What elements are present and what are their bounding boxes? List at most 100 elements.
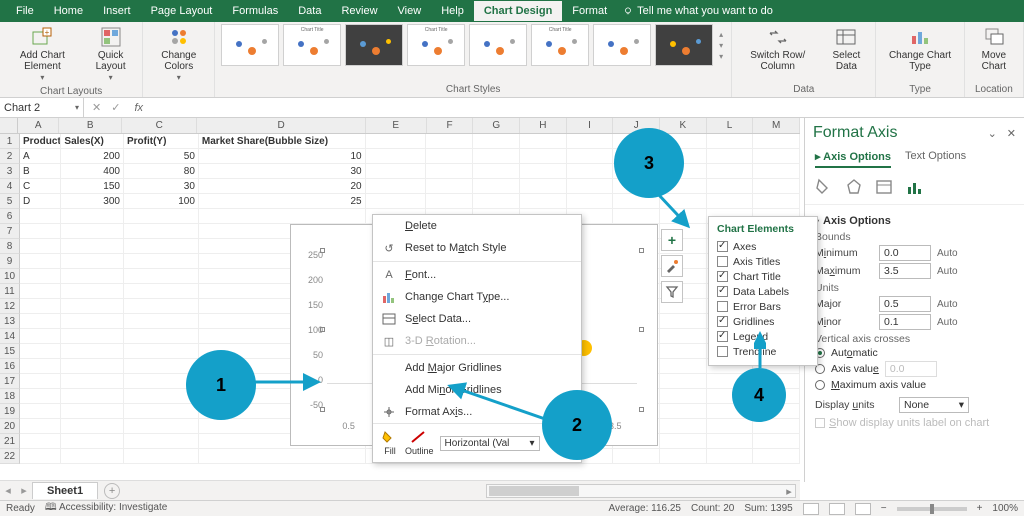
cell-C22[interactable] bbox=[124, 449, 199, 464]
tab-help[interactable]: Help bbox=[431, 1, 474, 21]
chart-styles-gallery[interactable]: Chart Title Chart Title Chart Title ▴▾▾ bbox=[221, 24, 725, 66]
cell-D22[interactable] bbox=[199, 449, 366, 464]
cell-B3[interactable]: 400 bbox=[61, 164, 124, 179]
cell-I3[interactable] bbox=[567, 164, 614, 179]
chart-elements-chart-title[interactable]: Chart Title bbox=[717, 269, 809, 284]
cell-C6[interactable] bbox=[124, 209, 199, 224]
cell-F4[interactable] bbox=[426, 179, 473, 194]
chart-elements-data-labels[interactable]: Data Labels bbox=[717, 284, 809, 299]
ctx-font[interactable]: AFont... bbox=[373, 264, 581, 286]
cell-F2[interactable] bbox=[426, 149, 473, 164]
ctx-axis-selector[interactable]: Horizontal (Val▾ bbox=[440, 436, 540, 451]
cell-B2[interactable]: 200 bbox=[61, 149, 124, 164]
col-header-L[interactable]: L bbox=[707, 118, 754, 133]
sheet-tab-sheet1[interactable]: Sheet1 bbox=[32, 482, 98, 499]
col-header-H[interactable]: H bbox=[520, 118, 567, 133]
chart-style-6[interactable]: Chart Title bbox=[531, 24, 589, 66]
row-header-17[interactable]: 17 bbox=[0, 374, 20, 389]
cell-A1[interactable]: Product bbox=[20, 134, 61, 149]
cell-C14[interactable] bbox=[124, 329, 199, 344]
tab-insert[interactable]: Insert bbox=[93, 1, 141, 21]
chart-elements-axis-titles[interactable]: Axis Titles bbox=[717, 254, 809, 269]
ctx-add-major-gridlines[interactable]: Add Major Gridlines bbox=[373, 357, 581, 379]
cell-B20[interactable] bbox=[61, 419, 124, 434]
cell-A11[interactable] bbox=[20, 284, 61, 299]
cell-G5[interactable] bbox=[473, 194, 520, 209]
cell-A13[interactable] bbox=[20, 314, 61, 329]
cell-H4[interactable] bbox=[520, 179, 567, 194]
chart-style-8[interactable] bbox=[655, 24, 713, 66]
fill-line-icon[interactable] bbox=[815, 178, 833, 196]
cell-K16[interactable] bbox=[660, 359, 707, 374]
cell-B10[interactable] bbox=[61, 269, 124, 284]
row-header-4[interactable]: 4 bbox=[0, 179, 20, 194]
cell-H2[interactable] bbox=[520, 149, 567, 164]
cell-L3[interactable] bbox=[707, 164, 754, 179]
enter-icon[interactable]: ✓ bbox=[111, 101, 120, 114]
cell-F3[interactable] bbox=[426, 164, 473, 179]
row-header-20[interactable]: 20 bbox=[0, 419, 20, 434]
cell-D6[interactable] bbox=[199, 209, 366, 224]
cell-L22[interactable] bbox=[707, 449, 754, 464]
tab-data[interactable]: Data bbox=[288, 1, 331, 21]
cell-B14[interactable] bbox=[61, 329, 124, 344]
cell-A20[interactable] bbox=[20, 419, 61, 434]
ctx-fill-button[interactable]: Fill bbox=[381, 430, 399, 456]
cell-M5[interactable] bbox=[753, 194, 800, 209]
tab-page-layout[interactable]: Page Layout bbox=[141, 1, 223, 21]
add-sheet-button[interactable]: + bbox=[104, 483, 120, 499]
bounds-maximum-input[interactable]: 3.5 bbox=[879, 263, 931, 279]
cell-B21[interactable] bbox=[61, 434, 124, 449]
row-header-14[interactable]: 14 bbox=[0, 329, 20, 344]
fx-icon[interactable]: fx bbox=[128, 102, 149, 114]
tab-home[interactable]: Home bbox=[44, 1, 93, 21]
col-header-C[interactable]: C bbox=[122, 118, 197, 133]
cell-A17[interactable] bbox=[20, 374, 61, 389]
row-header-10[interactable]: 10 bbox=[0, 269, 20, 284]
cell-J22[interactable] bbox=[613, 449, 660, 464]
row-header-5[interactable]: 5 bbox=[0, 194, 20, 209]
chart-style-5[interactable] bbox=[469, 24, 527, 66]
cell-D5[interactable]: 25 bbox=[199, 194, 366, 209]
cell-A6[interactable] bbox=[20, 209, 61, 224]
cell-C13[interactable] bbox=[124, 314, 199, 329]
row-header-1[interactable]: 1 bbox=[0, 134, 20, 149]
row-header-3[interactable]: 3 bbox=[0, 164, 20, 179]
tab-format[interactable]: Format bbox=[562, 1, 617, 21]
cell-A22[interactable] bbox=[20, 449, 61, 464]
row-header-6[interactable]: 6 bbox=[0, 209, 20, 224]
cell-G2[interactable] bbox=[473, 149, 520, 164]
col-header-K[interactable]: K bbox=[660, 118, 707, 133]
horizontal-scrollbar[interactable]: ◂▸ bbox=[486, 484, 796, 498]
pane-options-chevron[interactable]: ⌄ bbox=[988, 127, 997, 140]
move-chart-button[interactable]: Move Chart bbox=[971, 24, 1017, 74]
col-header-F[interactable]: F bbox=[427, 118, 474, 133]
cell-C8[interactable] bbox=[124, 239, 199, 254]
page-layout-view-button[interactable] bbox=[829, 503, 845, 515]
switch-row-column-button[interactable]: Switch Row/ Column bbox=[738, 24, 817, 74]
cell-A12[interactable] bbox=[20, 299, 61, 314]
cell-M1[interactable] bbox=[753, 134, 800, 149]
chart-elements-axes[interactable]: Axes bbox=[717, 239, 809, 254]
cell-E3[interactable] bbox=[366, 164, 427, 179]
page-break-view-button[interactable] bbox=[855, 503, 871, 515]
cell-F1[interactable] bbox=[426, 134, 473, 149]
cell-K15[interactable] bbox=[660, 344, 707, 359]
cell-K20[interactable] bbox=[660, 419, 707, 434]
cell-A15[interactable] bbox=[20, 344, 61, 359]
cell-A19[interactable] bbox=[20, 404, 61, 419]
cell-E4[interactable] bbox=[366, 179, 427, 194]
pane-close-icon[interactable]: ✕ bbox=[1007, 127, 1016, 140]
cell-B1[interactable]: Sales(X) bbox=[61, 134, 124, 149]
pane-section-axis-options[interactable]: Axis Options bbox=[815, 215, 1018, 227]
col-header-E[interactable]: E bbox=[366, 118, 427, 133]
tab-review[interactable]: Review bbox=[331, 1, 387, 21]
chart-style-3[interactable] bbox=[345, 24, 403, 66]
quick-layout-button[interactable]: Quick Layout▾ bbox=[85, 24, 137, 85]
radio-axis-value[interactable]: Axis value0.0 bbox=[815, 361, 1018, 377]
cell-C10[interactable] bbox=[124, 269, 199, 284]
tab-chart-design[interactable]: Chart Design bbox=[474, 1, 562, 21]
col-header-I[interactable]: I bbox=[567, 118, 614, 133]
add-chart-element-button[interactable]: + Add Chart Element▾ bbox=[6, 24, 79, 85]
chart-elements-error-bars[interactable]: Error Bars bbox=[717, 299, 809, 314]
